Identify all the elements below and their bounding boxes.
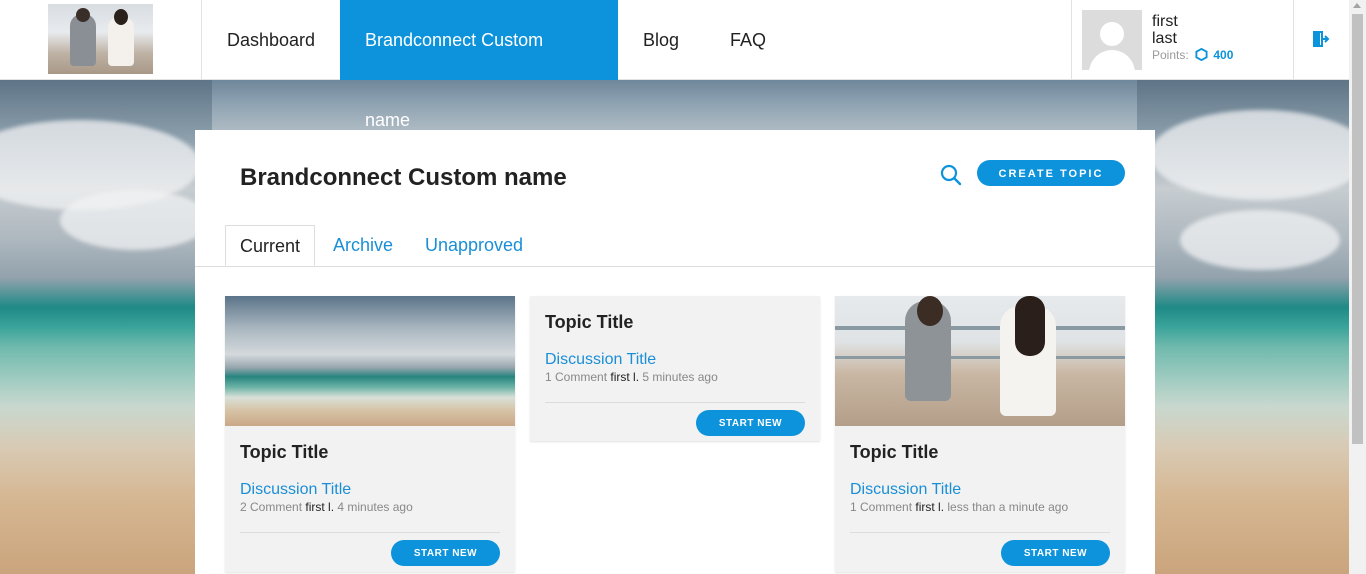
user-points: Points: 400 [1152,47,1234,64]
scroll-up-icon[interactable] [1353,3,1361,8]
author-name: first l. [915,500,945,514]
nav-dashboard[interactable]: Dashboard [202,0,340,80]
hexagon-icon [1195,47,1208,64]
start-new-button[interactable]: START NEW [1001,540,1110,566]
topic-card[interactable]: Topic Title Discussion Title 1 Comment f… [530,296,820,441]
user-last-name: last [1152,30,1177,47]
search-icon[interactable] [940,164,962,186]
author-name: first l. [305,500,335,514]
nav-divider [1293,0,1294,80]
brand-logo[interactable] [48,4,153,74]
topic-card[interactable]: Topic Title Discussion Title 2 Comment f… [225,296,515,572]
points-label: Points: [1152,48,1189,62]
post-time: 5 minutes ago [642,370,718,384]
discussion-title-link[interactable]: Discussion Title [850,481,961,499]
scrollbar-thumb[interactable] [1352,14,1363,444]
avatar[interactable] [1082,10,1142,70]
nav-faq-label: FAQ [730,30,767,50]
tab-current-label: Current [240,236,301,256]
tab-archive-label: Archive [333,235,394,255]
tab-current[interactable]: Current [225,225,316,266]
nav-blog-label: Blog [643,30,680,50]
comment-count: 2 Comment [240,500,303,514]
topic-card[interactable]: Topic Title Discussion Title 1 Comment f… [835,296,1125,572]
topic-tabs: Current Archive Unapproved [195,225,1155,267]
topic-title[interactable]: Topic Title [240,442,328,463]
discussion-meta: 1 Comment first l. less than a minute ag… [850,500,1068,514]
discussion-meta: 2 Comment first l. 4 minutes ago [240,500,413,514]
discussion-title-link[interactable]: Discussion Title [545,351,656,369]
author-name: first l. [610,370,640,384]
user-first-name: first [1152,13,1178,30]
start-new-button[interactable]: START NEW [391,540,500,566]
topic-title[interactable]: Topic Title [850,442,938,463]
nav-dashboard-label: Dashboard [227,30,316,50]
top-navigation-bar: Dashboard Brandconnect Custom name Blog … [0,0,1349,130]
tab-unapproved[interactable]: Unapproved [425,225,523,265]
discussion-meta: 1 Comment first l. 5 minutes ago [545,370,718,384]
comment-count: 1 Comment [850,500,913,514]
user-profile[interactable]: first last Points: 400 [1071,0,1293,80]
comment-count: 1 Comment [545,370,608,384]
page-title: Brandconnect Custom name [240,164,567,191]
post-time: less than a minute ago [947,500,1069,514]
logout-icon[interactable] [1312,30,1330,48]
tab-archive[interactable]: Archive [333,225,393,265]
card-divider [850,532,1110,533]
post-time: 4 minutes ago [337,500,413,514]
start-new-button[interactable]: START NEW [696,410,805,436]
card-divider [545,402,805,403]
card-divider [240,532,500,533]
page-scrollbar[interactable] [1349,0,1366,574]
tab-unapproved-label: Unapproved [425,235,524,255]
topic-card-image [225,296,515,426]
create-topic-button[interactable]: CREATE TOPIC [977,160,1125,186]
topic-title[interactable]: Topic Title [545,312,633,333]
points-value: 400 [1213,48,1234,62]
topics-panel: Brandconnect Custom name CREATE TOPIC Cu… [195,130,1155,574]
discussion-title-link[interactable]: Discussion Title [240,481,351,499]
nav-blog[interactable]: Blog [618,0,704,80]
topic-card-image [835,296,1125,426]
nav-faq[interactable]: FAQ [705,0,791,80]
nav-brandconnect[interactable]: Brandconnect Custom name [340,0,618,130]
